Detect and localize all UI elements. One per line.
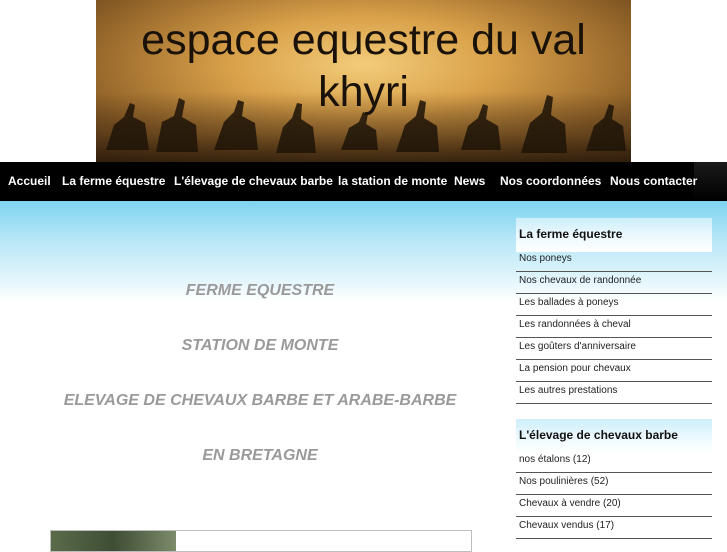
nav-accueil[interactable]: Accueil — [8, 174, 51, 188]
nav-news[interactable]: News — [454, 174, 485, 188]
header-banner: espace equestre du val khyri — [96, 0, 631, 162]
sidebar-item-label: Les ballades à poneys — [519, 297, 619, 308]
sidebar-item-poulinieres[interactable]: Nos poulinières (52) — [516, 472, 712, 495]
sidebar-item-chevaux-randonnee[interactable]: Nos chevaux de randonnée — [516, 271, 712, 294]
sidebar-item-label: Nos poulinières (52) — [519, 476, 609, 487]
sidebar-item-label: Les randonnées à cheval — [519, 319, 631, 330]
sidebar-item-label: Chevaux vendus (17) — [519, 520, 615, 531]
headline-ferme: FERME EQUESTRE — [185, 282, 335, 299]
sidebar-item-a-vendre[interactable]: Chevaux à vendre (20) — [516, 494, 712, 517]
nav-ferme-equestre[interactable]: La ferme équestre — [62, 174, 165, 188]
sidebar-item-ballades[interactable]: Les ballades à poneys — [516, 293, 712, 316]
headline-bretagne: EN BRETAGNE — [202, 447, 318, 464]
sidebar-item-label: Les goûters d'anniversaire — [519, 341, 636, 352]
sidebar-item-etalons[interactable]: nos étalons (12) — [516, 450, 712, 473]
sidebar-item-label: La pension pour chevaux — [519, 363, 631, 374]
sidebar-item-label: nos étalons (12) — [519, 454, 591, 465]
sidebar-item-randonnees[interactable]: Les randonnées à cheval — [516, 315, 712, 338]
sidebar-item-vendus[interactable]: Chevaux vendus (17) — [516, 516, 712, 539]
nav-elevage[interactable]: L'élevage de chevaux barbe — [174, 174, 333, 188]
sidebar-item-pension[interactable]: La pension pour chevaux — [516, 359, 712, 382]
sidebar-heading-label: L'élevage de chevaux barbe — [519, 428, 678, 442]
sidebar-heading-ferme: La ferme équestre — [516, 218, 712, 252]
sidebar-item-prestations[interactable]: Les autres prestations — [516, 381, 712, 404]
sidebar-item-gouters[interactable]: Les goûters d'anniversaire — [516, 337, 712, 360]
headline-elevage: ELEVAGE DE CHEVAUX BARBE ET ARABE-BARBE — [63, 392, 457, 409]
photo-image — [51, 531, 176, 551]
site-title: espace equestre du val khyri — [141, 16, 586, 116]
sidebar-heading-elevage: L'élevage de chevaux barbe — [516, 419, 712, 453]
nav-coordonnees[interactable]: Nos coordonnées — [500, 174, 601, 188]
nav-bar: Accueil La ferme équestre L'élevage de c… — [0, 162, 697, 201]
nav-station-monte[interactable]: la station de monte — [338, 174, 447, 188]
sidebar-item-poneys[interactable]: Nos poneys — [516, 249, 712, 272]
sidebar-item-label: Les autres prestations — [519, 385, 618, 396]
sidebar-heading-label: La ferme équestre — [519, 227, 623, 241]
main-nav: Accueil La ferme équestre L'élevage de c… — [0, 162, 727, 201]
photo-frame — [50, 530, 472, 552]
sidebar-item-label: Nos chevaux de randonnée — [519, 275, 642, 286]
nav-contact[interactable]: Nous contacter — [610, 174, 697, 188]
sidebar-item-label: Chevaux à vendre (20) — [519, 498, 621, 509]
sidebar-item-label: Nos poneys — [519, 253, 572, 264]
headline-station: STATION DE MONTE — [181, 337, 339, 354]
